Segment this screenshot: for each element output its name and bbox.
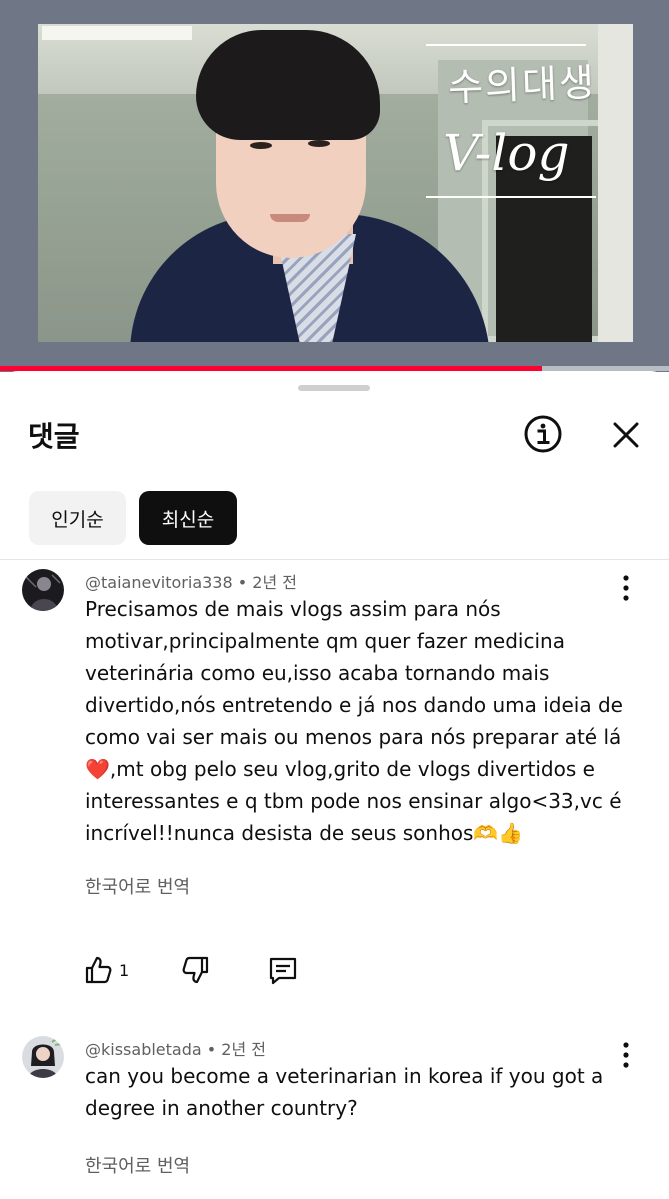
comment-time: 2년 전 <box>252 573 297 592</box>
comment-line: incrível!!nunca desista de seus sonhos🫶👍 <box>85 821 524 845</box>
reply-comment-icon <box>269 957 297 985</box>
avatar-image <box>22 1036 64 1078</box>
drag-handle[interactable] <box>298 385 370 391</box>
comment-meta: @kissabletada • 2년 전 <box>85 1036 266 1060</box>
wall-stripe <box>598 24 633 342</box>
translate-link[interactable]: 한국어로 번역 <box>85 1152 190 1178</box>
comment-text: can you become a veterinarian in korea i… <box>85 1060 605 1124</box>
mouth <box>270 214 310 222</box>
comment-menu-button[interactable] <box>612 573 640 603</box>
avatar[interactable] <box>22 1036 64 1078</box>
like-button[interactable] <box>83 955 113 989</box>
sort-chip-newest[interactable]: 최신순 <box>139 491 237 545</box>
meta-separator: • <box>206 1040 217 1059</box>
comment-line: divertido,nós entretendo e já nos dando … <box>85 693 623 717</box>
close-x-icon <box>613 422 639 448</box>
translate-link[interactable]: 한국어로 번역 <box>85 873 190 899</box>
more-vertical-icon <box>623 1042 629 1068</box>
comment-line: ❤️,mt obg pelo seu vlog,grito de vlogs d… <box>85 757 595 781</box>
comment-line: degree in another country? <box>85 1096 358 1120</box>
comment-line: can you become a veterinarian in korea i… <box>85 1064 604 1088</box>
comments-sheet: 댓글 인기순 최신순 @taianevitoria338 • 2년 전 Prec… <box>0 371 669 1199</box>
reply-button[interactable] <box>267 955 299 991</box>
video-player[interactable]: 수의대생 V-log <box>0 0 669 372</box>
video-frame: 수의대생 V-log <box>38 24 633 342</box>
comment-author[interactable]: @taianevitoria338 <box>85 573 233 592</box>
comment-menu-button[interactable] <box>612 1040 640 1070</box>
ceiling-light <box>42 26 192 40</box>
sheet-title: 댓글 <box>28 420 80 453</box>
info-circle-icon <box>524 415 562 453</box>
avatar-image <box>22 569 64 611</box>
comment-text: Precisamos de mais vlogs assim para nós … <box>85 593 623 849</box>
overlay-top-rule <box>426 44 586 46</box>
avatar[interactable] <box>22 569 64 611</box>
right-eye <box>308 140 330 147</box>
thumbs-down-icon <box>182 956 209 984</box>
comment-line: veterinária como eu,isso acaba tornando … <box>85 661 550 685</box>
more-vertical-icon <box>623 575 629 601</box>
comment-line: interessantes e q tbm pode nos ensinar a… <box>85 789 622 813</box>
comment-line: Precisamos de mais vlogs assim para nós <box>85 597 501 621</box>
overlay-bottom-rule <box>426 196 596 198</box>
comment-author[interactable]: @kissabletada <box>85 1040 202 1059</box>
comment-line: motivar,principalmente qm quer fazer med… <box>85 629 565 653</box>
person-hair <box>196 30 380 140</box>
video-overlay-subtitle: V-log <box>443 124 570 182</box>
close-button[interactable] <box>606 415 646 455</box>
comment-line: como vai ser mais ou menos para nós prep… <box>85 725 622 749</box>
sheet-divider <box>0 559 669 560</box>
thumbs-up-icon <box>85 956 112 984</box>
like-count: 1 <box>119 961 130 980</box>
dislike-button[interactable] <box>181 955 211 989</box>
sort-chip-top[interactable]: 인기순 <box>29 491 126 545</box>
left-eye <box>250 142 272 149</box>
video-overlay-title: 수의대생 <box>447 60 597 110</box>
info-button[interactable] <box>522 413 564 455</box>
comment-meta: @taianevitoria338 • 2년 전 <box>85 569 297 593</box>
meta-separator: • <box>237 573 248 592</box>
comment-time: 2년 전 <box>221 1040 267 1059</box>
